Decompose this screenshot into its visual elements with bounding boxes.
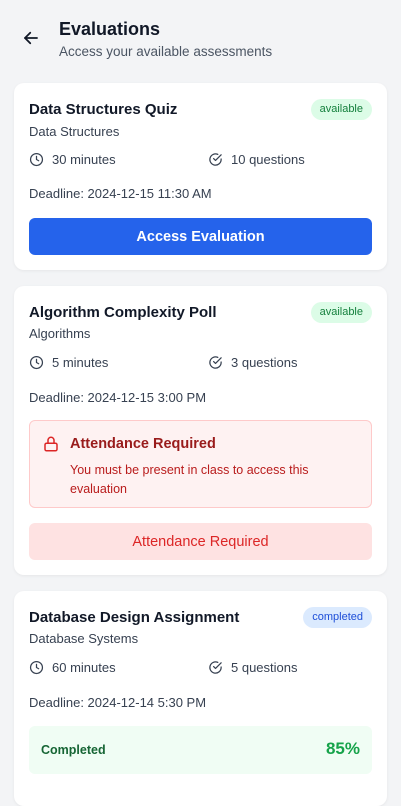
- questions-text: 3 questions: [231, 355, 298, 370]
- questions-meta: 5 questions: [208, 660, 298, 675]
- questions-text: 10 questions: [231, 152, 305, 167]
- evaluation-title: Database Design Assignment: [29, 609, 240, 626]
- questions-meta: 3 questions: [208, 355, 298, 370]
- duration-meta: 5 minutes: [29, 355, 108, 370]
- evaluation-course: Database Systems: [29, 631, 139, 646]
- check-circle-icon: [209, 661, 222, 674]
- check-circle-icon: [209, 356, 222, 369]
- completed-result: Completed 85%: [29, 726, 372, 774]
- lock-icon: [44, 436, 58, 452]
- clock-icon: [29, 152, 44, 167]
- evaluation-title: Algorithm Complexity Poll: [29, 304, 217, 321]
- deadline-text: Deadline: 2024-12-14 5:30 PM: [29, 695, 207, 710]
- status-badge: completed: [303, 607, 372, 628]
- status-badge: available: [310, 302, 372, 323]
- access-evaluation-button[interactable]: Access Evaluation: [29, 218, 372, 255]
- alert-title: Attendance Required: [70, 436, 216, 452]
- page-header: Evaluations Access your available assess…: [0, 0, 401, 76]
- evaluation-course: Algorithms: [29, 326, 91, 341]
- questions-meta: 10 questions: [208, 152, 305, 167]
- arrow-left-icon: [24, 31, 38, 45]
- check-circle-icon: [209, 153, 222, 166]
- deadline-text: Deadline: 2024-12-15 11:30 AM: [29, 186, 212, 201]
- completed-label: Completed: [41, 743, 106, 757]
- duration-text: 5 minutes: [52, 355, 109, 370]
- page-title: Evaluations: [59, 19, 161, 39]
- attendance-alert: Attendance Required You must be present …: [29, 420, 372, 508]
- deadline-text: Deadline: 2024-12-15 3:00 PM: [29, 390, 207, 405]
- back-button[interactable]: [18, 25, 44, 51]
- questions-text: 5 questions: [231, 660, 298, 675]
- duration-meta: 30 minutes: [29, 152, 116, 167]
- alert-message: You must be present in class to access t…: [70, 463, 309, 496]
- clock-icon: [29, 660, 44, 675]
- attendance-required-button[interactable]: Attendance Required: [29, 523, 372, 560]
- duration-text: 30 minutes: [52, 152, 116, 167]
- evaluation-course: Data Structures: [29, 124, 120, 139]
- duration-meta: 60 minutes: [29, 660, 116, 675]
- evaluation-card: Data Structures Quiz available Data Stru…: [14, 83, 387, 270]
- clock-icon: [29, 355, 44, 370]
- evaluation-title: Data Structures Quiz: [29, 101, 178, 118]
- duration-text: 60 minutes: [52, 660, 116, 675]
- evaluation-card: Database Design Assignment completed Dat…: [14, 591, 387, 806]
- page-subtitle: Access your available assessments: [59, 44, 273, 59]
- evaluation-card: Algorithm Complexity Poll available Algo…: [14, 286, 387, 575]
- score-value: 85%: [325, 739, 360, 758]
- status-badge: available: [310, 99, 372, 120]
